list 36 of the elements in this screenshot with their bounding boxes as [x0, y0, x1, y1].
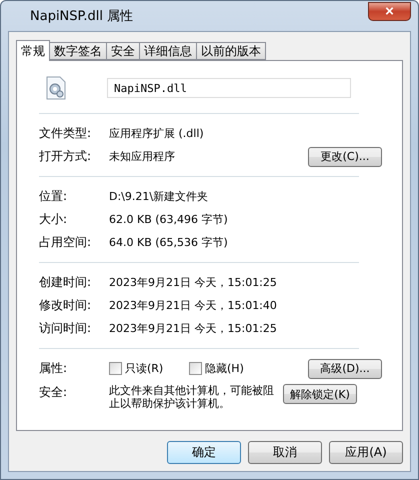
dialog-button[interactable]: 确定	[167, 441, 241, 464]
unblock-button[interactable]: 解除锁定(K)	[283, 384, 357, 404]
field-label: 安全:	[39, 384, 68, 401]
field-label: 属性:	[39, 360, 68, 377]
field-label: 占用空间:	[39, 234, 92, 251]
file-name-field[interactable]: NapiNSP.dll	[107, 78, 351, 98]
field-value: 64.0 KB (65,536 字节)	[109, 235, 229, 250]
field-label: 访问时间:	[39, 320, 92, 337]
tab[interactable]: 安全	[106, 42, 140, 60]
tab[interactable]: 常规	[16, 40, 50, 61]
tab[interactable]: 数字签名	[49, 42, 107, 60]
window-title: NapiNSP.dll 属性	[29, 8, 134, 25]
dialog-button[interactable]: 取消	[248, 441, 322, 464]
field-label: 大小:	[39, 211, 68, 228]
field-label: 创建时间:	[39, 274, 92, 291]
tab[interactable]: 以前的版本	[196, 42, 266, 60]
field-label: 位置:	[39, 188, 68, 205]
tab[interactable]: 详细信息	[139, 42, 197, 60]
field-value: 2023年9月21日 今天，15:01:25	[109, 275, 278, 290]
field-value: D:\9.21\新建文件夹	[109, 189, 210, 204]
field-label: 文件类型:	[39, 125, 92, 142]
field-value: 应用程序扩展 (.dll)	[109, 126, 205, 141]
change-button[interactable]: 更改(C)...	[308, 146, 382, 166]
field-value: 未知应用程序	[109, 149, 176, 164]
field-value: 2023年9月21日 今天，15:01:25	[109, 321, 278, 336]
checkbox[interactable]: 隐藏(H)	[189, 361, 269, 376]
advanced-button[interactable]: 高级(D)...	[308, 358, 382, 378]
field-label: 修改时间:	[39, 297, 92, 314]
file-gear-icon	[45, 76, 67, 100]
security-note: 此文件来自其他计算机，可能被阻止以帮助保护该计算机。	[109, 384, 275, 410]
field-value: 2023年9月21日 今天，15:01:40	[109, 298, 278, 313]
field-value: 62.0 KB (63,496 字节)	[109, 212, 229, 227]
field-label: 打开方式:	[39, 148, 92, 165]
checkbox[interactable]: 只读(R)	[109, 361, 189, 376]
close-button[interactable]: ×	[368, 2, 411, 20]
dialog-button[interactable]: 应用(A)	[329, 441, 403, 464]
